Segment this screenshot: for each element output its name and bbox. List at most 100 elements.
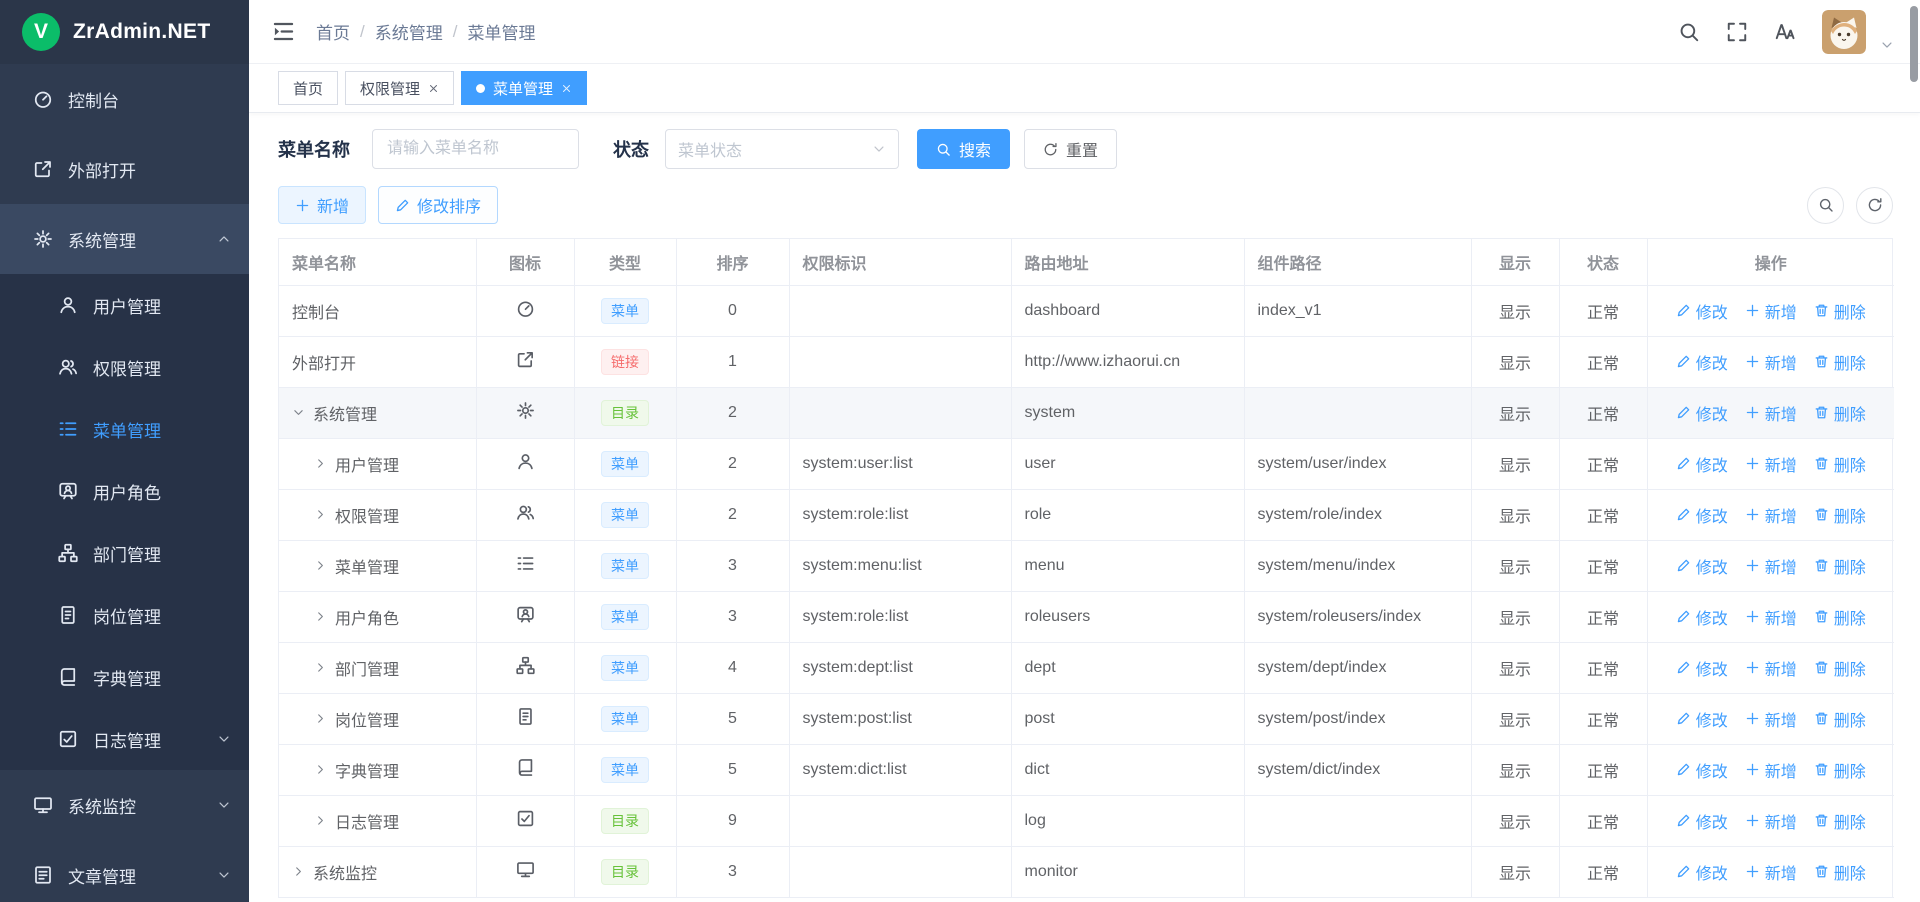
delete-link[interactable]: 删除 [1814,452,1866,476]
sidebar-item-dict[interactable]: 字典管理 [0,646,249,708]
delete-link[interactable]: 删除 [1814,401,1866,425]
add-link[interactable]: 新增 [1745,809,1797,833]
menu-name: 系统监控 [313,860,377,884]
sidebar-item-dashboard[interactable]: 控制台 [0,64,249,134]
delete-link[interactable]: 删除 [1814,758,1866,782]
expand-arrow-icon[interactable] [314,712,327,725]
avatar[interactable] [1822,10,1866,54]
reset-button[interactable]: 重置 [1024,129,1117,169]
edit-link[interactable]: 修改 [1676,554,1728,578]
edit-link[interactable]: 修改 [1676,350,1728,374]
delete-link[interactable]: 删除 [1814,809,1866,833]
sidebar-item-roleusers[interactable]: 用户角色 [0,460,249,522]
fullscreen-icon[interactable] [1726,21,1748,43]
sidebar-item-monitor[interactable]: 系统监控 [0,770,249,840]
scrollbar-thumb[interactable] [1910,6,1918,82]
sidebar-item-dept[interactable]: 部门管理 [0,522,249,584]
edit-link[interactable]: 修改 [1676,299,1728,323]
sidebar-item-article[interactable]: 文章管理 [0,840,249,902]
column-header: 类型 [574,239,676,285]
row-actions: 修改新增删除 [1661,503,1882,527]
sidebar-item-menu[interactable]: 菜单管理 [0,398,249,460]
sidebar-item-system[interactable]: 系统管理 [0,204,249,274]
collapse-arrow-icon[interactable] [292,406,305,419]
close-icon[interactable] [561,83,572,94]
toggle-search-button[interactable] [1807,187,1844,224]
tab-home[interactable]: 首页 [278,71,338,105]
sidebar-item-user[interactable]: 用户管理 [0,274,249,336]
table-row-log: 日志管理目录9log显示正常修改新增删除 [279,795,1894,846]
header-search-icon[interactable] [1678,21,1700,43]
topbar: 首页/系统管理/菜单管理 [249,0,1920,64]
route-cell: role [1011,489,1244,540]
add-link[interactable]: 新增 [1745,554,1797,578]
table-row-menu: 菜单管理菜单3system:menu:listmenusystem/menu/i… [279,540,1894,591]
expand-arrow-icon[interactable] [292,865,305,878]
refresh-table-button[interactable] [1856,187,1893,224]
menu-name-input[interactable] [372,129,579,169]
expand-arrow-icon[interactable] [314,661,327,674]
avatar-caret-icon[interactable] [1880,38,1894,52]
trash-icon [1814,558,1829,573]
add-link[interactable]: 新增 [1745,401,1797,425]
edit-link[interactable]: 修改 [1676,401,1728,425]
edit-link[interactable]: 修改 [1676,860,1728,884]
sidebar-item-post[interactable]: 岗位管理 [0,584,249,646]
delete-link[interactable]: 删除 [1814,350,1866,374]
status-select[interactable]: 菜单状态 [665,129,899,169]
delete-link[interactable]: 删除 [1814,860,1866,884]
add-link[interactable]: 新增 [1745,452,1797,476]
add-link[interactable]: 新增 [1745,758,1797,782]
type-tag: 菜单 [601,655,649,681]
breadcrumb-item[interactable]: 首页 [316,19,350,44]
tab-role[interactable]: 权限管理 [345,71,454,105]
expand-arrow-icon[interactable] [314,610,327,623]
table-row-dict: 字典管理菜单5system:dict:listdictsystem/dict/i… [279,744,1894,795]
edit-link[interactable]: 修改 [1676,656,1728,680]
delete-link[interactable]: 删除 [1814,554,1866,578]
expand-arrow-icon[interactable] [314,814,327,827]
edit-link[interactable]: 修改 [1676,809,1728,833]
sort-button[interactable]: 修改排序 [378,186,498,224]
edit-link[interactable]: 修改 [1676,707,1728,731]
font-size-icon[interactable] [1774,21,1796,43]
edit-icon [1676,507,1691,522]
delete-link[interactable]: 删除 [1814,299,1866,323]
delete-link[interactable]: 删除 [1814,656,1866,680]
add-link[interactable]: 新增 [1745,605,1797,629]
edit-link[interactable]: 修改 [1676,452,1728,476]
sidebar-toggle-icon[interactable] [271,19,296,44]
gear-icon [516,401,535,420]
add-link[interactable]: 新增 [1745,656,1797,680]
delete-link[interactable]: 删除 [1814,503,1866,527]
scrollbar[interactable] [1908,0,1919,902]
type-tag: 菜单 [601,604,649,630]
breadcrumb-item[interactable]: 系统管理 [375,19,443,44]
logo[interactable]: V ZrAdmin.NET [0,0,249,64]
sidebar-item-role[interactable]: 权限管理 [0,336,249,398]
delete-link[interactable]: 删除 [1814,605,1866,629]
delete-link[interactable]: 删除 [1814,707,1866,731]
visible-cell: 显示 [1471,795,1559,846]
add-link[interactable]: 新增 [1745,707,1797,731]
add-link[interactable]: 新增 [1745,503,1797,527]
add-link[interactable]: 新增 [1745,350,1797,374]
close-icon[interactable] [428,83,439,94]
expand-arrow-icon[interactable] [314,559,327,572]
component-cell: system/menu/index [1244,540,1471,591]
edit-link[interactable]: 修改 [1676,758,1728,782]
breadcrumb: 首页/系统管理/菜单管理 [316,19,535,44]
sidebar-item-external[interactable]: 外部打开 [0,134,249,204]
edit-link[interactable]: 修改 [1676,605,1728,629]
sidebar-item-log[interactable]: 日志管理 [0,708,249,770]
route-cell: post [1011,693,1244,744]
tab-menu[interactable]: 菜单管理 [461,71,587,105]
add-link[interactable]: 新增 [1745,299,1797,323]
add-link[interactable]: 新增 [1745,860,1797,884]
edit-link[interactable]: 修改 [1676,503,1728,527]
expand-arrow-icon[interactable] [314,508,327,521]
search-button[interactable]: 搜索 [917,129,1010,169]
add-button[interactable]: 新增 [278,186,366,224]
expand-arrow-icon[interactable] [314,763,327,776]
expand-arrow-icon[interactable] [314,457,327,470]
